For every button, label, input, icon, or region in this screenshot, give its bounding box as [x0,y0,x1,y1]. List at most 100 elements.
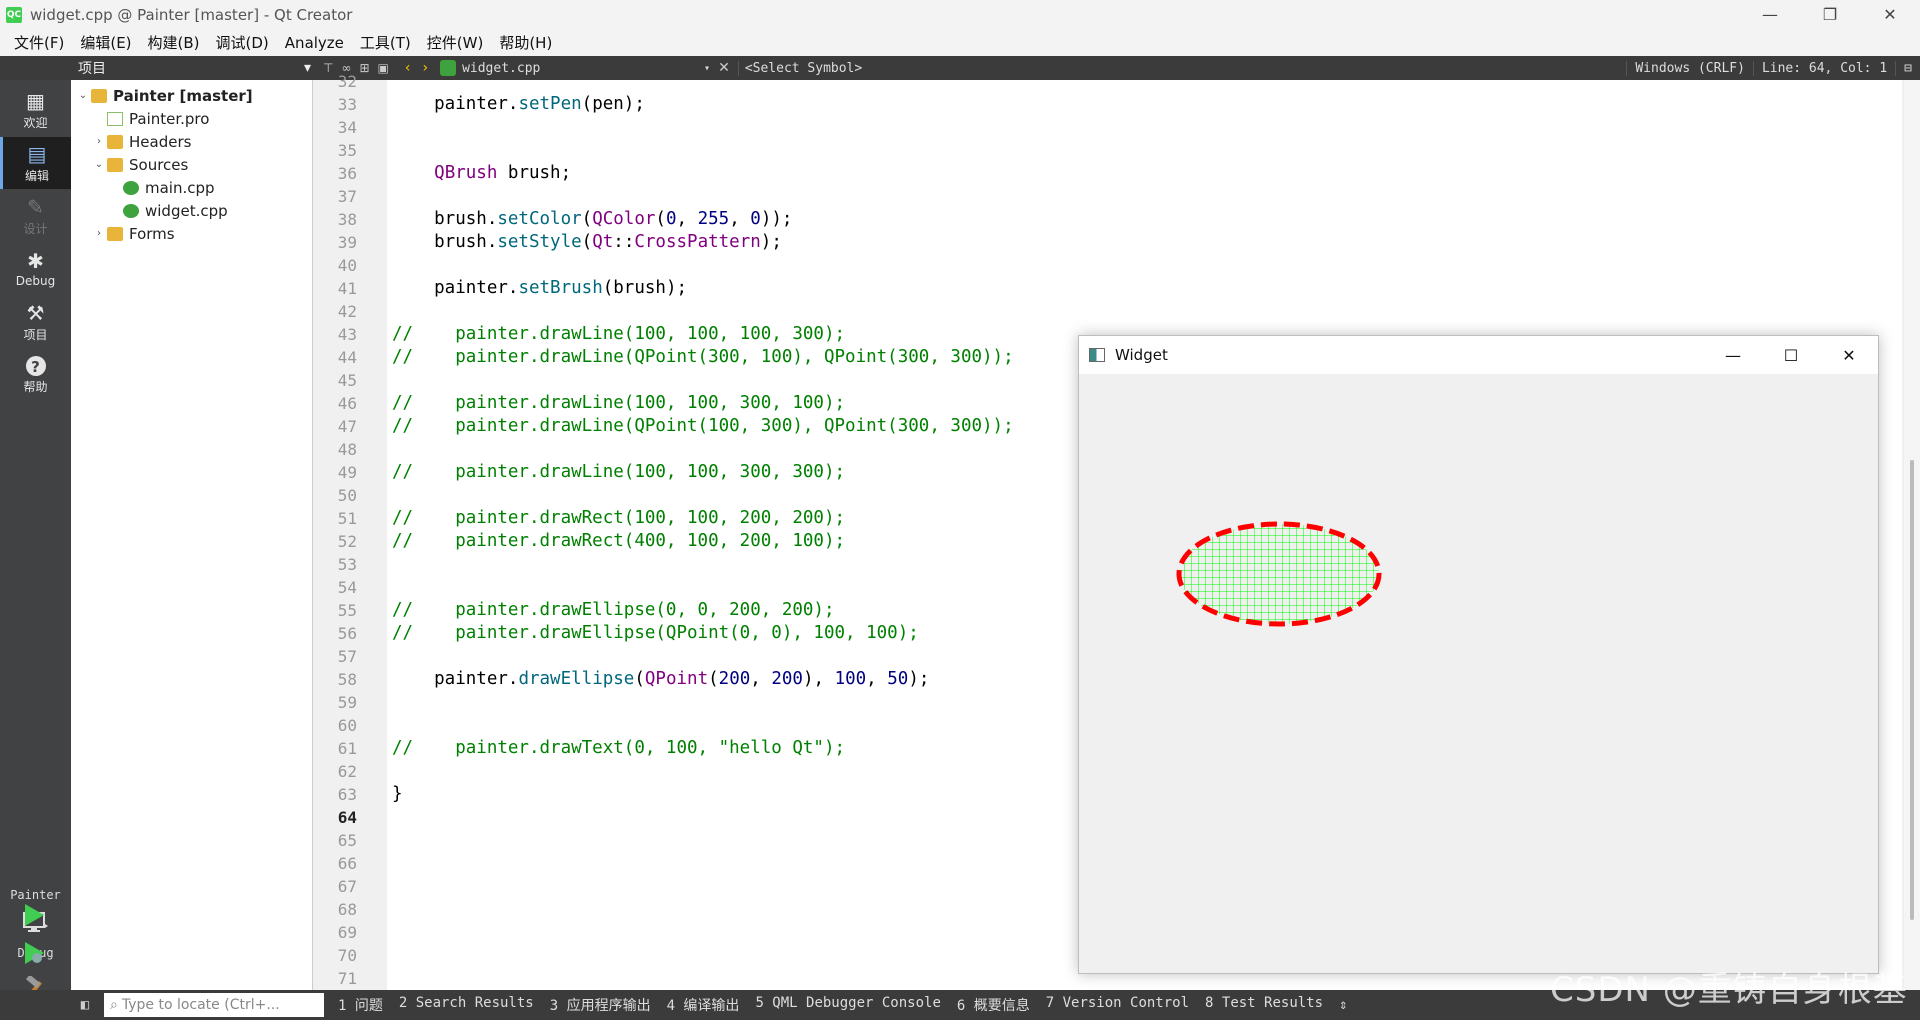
menu-file[interactable]: 文件(F) [6,32,72,53]
menu-analyze[interactable]: Analyze [277,34,352,52]
output-pane-button[interactable]: 1 问题 [330,995,391,1015]
widget-window[interactable]: Widget — ☐ ✕ [1078,335,1879,974]
tree-item[interactable]: › Forms [91,222,175,245]
output-pane-button[interactable]: 5 QML Debugger Console [747,995,948,1015]
line-ending-selector[interactable]: Windows (CRLF) [1626,60,1753,76]
code-token: // painter.drawEllipse(0, 0, 200, 200); [392,600,835,620]
code-token: brush. [392,209,498,229]
output-pane-button[interactable]: 6 概要信息 [949,995,1038,1015]
code-line: // painter.drawLine(100, 100, 300, 300); [392,462,845,482]
code-line: painter.setPen(pen); [392,94,645,114]
code-token: (brush); [602,278,688,298]
tree-item-label: main.cpp [145,178,215,197]
chevron-down-icon[interactable]: ⌄ [75,90,91,101]
output-pane-button[interactable]: 2 Search Results [391,995,542,1015]
mode-label: Debug [15,274,56,288]
code-token: setPen [518,94,582,114]
tree-item[interactable]: Painter.pro [91,107,209,130]
code-token: ); [760,232,782,252]
debug-run-icon[interactable] [22,940,46,966]
mode-help[interactable]: ? 帮助 [0,349,71,401]
mode-welcome[interactable]: ▦ 欢迎 [0,84,71,136]
tree-item[interactable]: › Headers [91,130,191,153]
tree-item[interactable]: main.cpp [107,176,215,199]
nav-forward-icon[interactable]: › [422,60,428,76]
close-button[interactable]: ✕ [1860,0,1920,29]
help-icon: ? [25,355,46,376]
line-number: 46 [337,394,357,413]
code-line: } [392,784,403,804]
editor-scrollbar[interactable] [1904,80,1920,990]
split-icon[interactable]: ⊞ [359,61,369,75]
cursor-position[interactable]: Line: 64, Col: 1 [1752,60,1895,76]
widget-title: Widget [1115,346,1168,364]
widget-close-button[interactable]: ✕ [1820,336,1878,374]
line-number: 56 [337,624,357,643]
code-line: // painter.drawRect(400, 100, 200, 100); [392,531,845,551]
code-token: // painter.drawRect(400, 100, 200, 100); [392,531,846,551]
toggle-sidebar-icon[interactable]: ◧ [72,992,98,1018]
tree-item[interactable]: widget.cpp [107,199,228,222]
widget-minimize-button[interactable]: — [1704,336,1762,374]
more-panes-icon[interactable]: ⇕ [1331,997,1355,1013]
output-pane-button[interactable]: 8 Test Results [1197,995,1331,1015]
locator-input[interactable]: ⌕ Type to locate (Ctrl+... [104,993,324,1017]
chevron-right-icon[interactable]: › [91,136,107,147]
close-document-icon[interactable]: ✕ [718,60,730,76]
output-pane-button[interactable]: 3 应用程序输出 [542,995,659,1015]
nav-back-icon[interactable]: ‹ [405,60,411,76]
line-number: 67 [337,877,357,896]
code-token: Qt [592,232,614,252]
output-pane-button[interactable]: 4 编译输出 [659,995,748,1015]
line-number: 53 [337,555,357,574]
tree-item[interactable]: ⌄ Painter [master] [75,84,253,107]
open-file-selector[interactable]: widget.cpp ▾ [440,56,710,80]
code-line: painter.drawEllipse(QPoint(200, 200), 10… [392,669,929,689]
tree-item-label: Painter [master] [113,86,253,105]
menu-build[interactable]: 构建(B) [140,32,208,53]
watermark: CSDN @重铸自身根基 [1550,970,1908,1010]
split-editor-icon[interactable]: ⊟ [1895,60,1920,76]
code-token: 100 [834,669,867,689]
mode-edit[interactable]: ▤ 编辑 [0,137,71,189]
code-token: )); [760,209,793,229]
menu-widgets[interactable]: 控件(W) [419,32,492,53]
widget-maximize-button[interactable]: ☐ [1762,336,1820,374]
close-sidebar-icon[interactable]: ▣ [378,61,389,75]
line-number: 69 [337,923,357,942]
chevron-down-icon[interactable]: ⌄ [91,159,107,170]
code-token: // painter.drawLine(QPoint(100, 300), QP… [392,416,1014,436]
widget-canvas [1176,521,1382,627]
tree-item-label: widget.cpp [145,201,228,220]
minimize-button[interactable]: — [1740,0,1800,29]
symbol-selector[interactable]: <Select Symbol> [737,60,862,76]
output-pane-button[interactable]: 7 Version Control [1038,995,1197,1015]
scrollbar-thumb[interactable] [1910,460,1914,920]
menu-edit[interactable]: 编辑(E) [72,32,139,53]
widget-title-bar[interactable]: Widget — ☐ ✕ [1079,336,1878,374]
code-line: // painter.drawLine(QPoint(100, 300), QP… [392,416,1014,436]
code-token: painter. [392,669,519,689]
qt-creator-logo-icon: QC [6,6,22,23]
line-number: 64 [337,808,357,827]
menu-debug[interactable]: 调试(D) [208,32,277,53]
mode-sidebar: ▦ 欢迎 ▤ 编辑 ✎ 设计 ✱ Debug ⚒ 项目 ? 帮助 Painter… [0,80,71,999]
restore-button[interactable]: ❐ [1800,0,1860,29]
tree-item[interactable]: ⌄ Sources [91,153,189,176]
project-view-selector[interactable]: 项目 ▾ [72,56,317,80]
menu-help[interactable]: 帮助(H) [491,32,560,53]
run-icon[interactable] [22,902,46,928]
menu-tools[interactable]: 工具(T) [352,32,419,53]
mode-design[interactable]: ✎ 设计 [0,190,71,242]
code-line: brush.setStyle(Qt::CrossPattern); [392,232,782,252]
line-number: 65 [337,831,357,850]
code-line: // painter.drawText(0, 100, "hello Qt"); [392,738,845,758]
mode-projects[interactable]: ⚒ 项目 [0,296,71,348]
line-number: 50 [337,486,357,505]
line-number: 41 [337,279,357,298]
mode-label: 编辑 [24,168,49,183]
chevron-right-icon[interactable]: › [91,228,107,239]
code-line: // painter.drawEllipse(QPoint(0, 0), 100… [392,623,919,643]
line-number: 66 [337,854,357,873]
mode-debug[interactable]: ✱ Debug [0,243,71,295]
